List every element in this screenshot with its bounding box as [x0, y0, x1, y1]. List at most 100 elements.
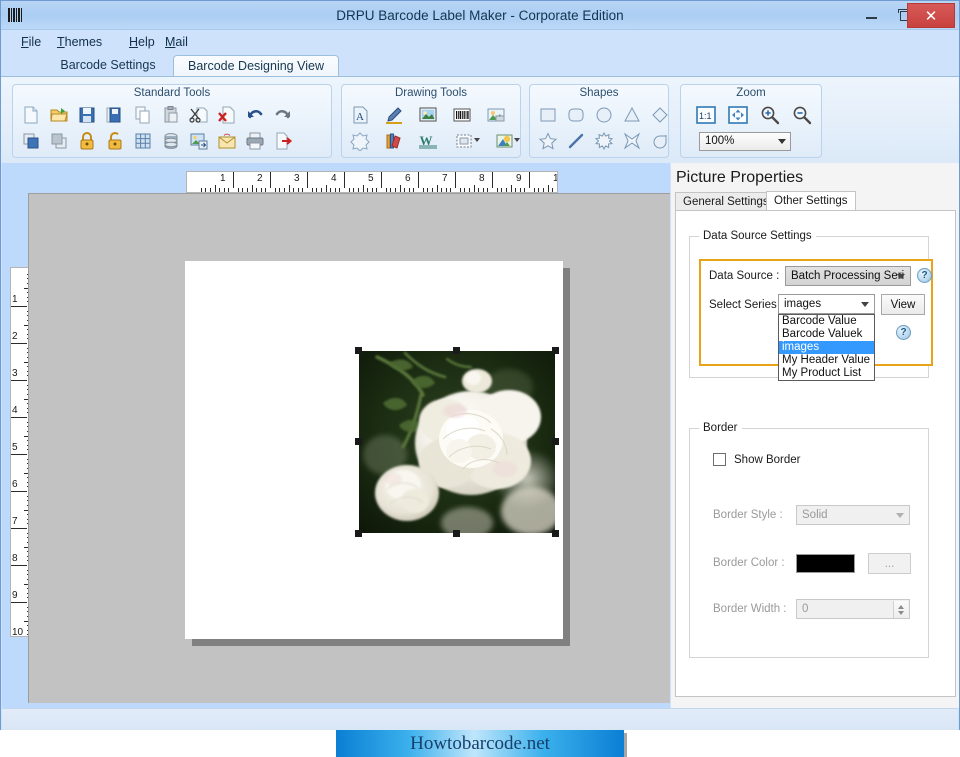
shape-tool-icon[interactable]	[347, 129, 373, 153]
show-border-checkbox[interactable]	[713, 453, 726, 466]
rounded-rect-shape-icon[interactable]	[563, 103, 589, 127]
triangle-shape-icon[interactable]	[619, 103, 645, 127]
frame-icon[interactable]	[449, 129, 481, 153]
show-border-label: Show Border	[734, 454, 801, 466]
chevron-down-icon	[778, 139, 786, 144]
resize-handle-w[interactable]	[355, 438, 362, 445]
undo-icon[interactable]	[242, 103, 268, 127]
signature-tool-icon[interactable]	[381, 103, 407, 127]
redo-icon[interactable]	[270, 103, 296, 127]
data-source-label: Data Source :	[709, 270, 780, 282]
database-icon[interactable]	[158, 129, 184, 153]
print-icon[interactable]	[242, 129, 268, 153]
toolgroup-drawing-tools-label: Drawing Tools	[394, 87, 467, 99]
actual-size-icon[interactable]: 1:1	[693, 103, 719, 127]
new-file-icon[interactable]	[18, 103, 44, 127]
select-series-value: images	[784, 298, 822, 310]
ruler-tick-label: 10	[12, 627, 24, 637]
select-series-dropdown-list[interactable]: Barcode Value Barcode Valuek images My H…	[778, 314, 875, 381]
email-icon[interactable]	[214, 129, 240, 153]
picture-tool-icon[interactable]	[415, 103, 441, 127]
star-shape-icon[interactable]	[535, 129, 561, 153]
resize-handle-n[interactable]	[453, 347, 460, 354]
lock-icon[interactable]	[74, 129, 100, 153]
library-icon[interactable]	[381, 129, 407, 153]
properties-panel-body: Data Source Settings Data Source : Batch…	[675, 210, 956, 697]
select-series-combo[interactable]: images	[778, 294, 875, 314]
border-group-label: Border	[699, 422, 742, 434]
tab-barcode-settings[interactable]: Barcode Settings	[45, 55, 171, 77]
label-page[interactable]	[185, 261, 563, 639]
border-color-picker-button[interactable]: ...	[868, 553, 911, 574]
image-export-icon[interactable]	[186, 129, 212, 153]
bring-to-front-icon[interactable]	[18, 129, 44, 153]
line-shape-icon[interactable]	[563, 129, 589, 153]
diamond-shape-icon[interactable]	[647, 103, 673, 127]
border-style-combo[interactable]: Solid	[796, 505, 910, 525]
square-shape-icon[interactable]	[535, 103, 561, 127]
view-button[interactable]: View	[881, 294, 925, 315]
menu-item-mail[interactable]: Mail	[161, 33, 192, 51]
data-source-combo[interactable]: Batch Processing Seri	[785, 266, 911, 286]
barcode-tool-icon[interactable]	[449, 103, 475, 127]
menu-item-file[interactable]: File	[17, 33, 45, 51]
data-source-help-icon[interactable]: ?	[917, 268, 932, 283]
toolgroup-drawing-tools: Drawing Tools A W	[341, 84, 521, 158]
paste-icon[interactable]	[158, 103, 184, 127]
close-icon[interactable]: ✕	[907, 3, 955, 28]
resize-handle-nw[interactable]	[355, 347, 362, 354]
select-series-help-icon[interactable]: ?	[896, 325, 911, 340]
save-icon[interactable]	[74, 103, 100, 127]
zoom-level-combo[interactable]: 100%	[699, 132, 791, 151]
ruler-tick-label: 9	[516, 173, 522, 184]
fit-to-window-icon[interactable]	[725, 103, 751, 127]
burst-shape-icon[interactable]	[591, 129, 617, 153]
send-to-back-icon[interactable]	[46, 129, 72, 153]
cut-icon[interactable]	[186, 103, 212, 127]
border-width-stepper[interactable]	[893, 601, 908, 618]
four-point-star-icon[interactable]	[619, 129, 645, 153]
pie-shape-icon[interactable]	[647, 129, 673, 153]
grid-icon[interactable]	[130, 129, 156, 153]
resize-handle-s[interactable]	[453, 530, 460, 537]
ruler-tick-label: 8	[479, 173, 485, 184]
text-tool-icon[interactable]: A	[347, 103, 373, 127]
watermark-icon[interactable]	[483, 103, 509, 127]
picture-object[interactable]	[355, 347, 559, 537]
save-as-icon[interactable]	[102, 103, 128, 127]
open-folder-icon[interactable]	[46, 103, 72, 127]
dropdown-option-barcode-value[interactable]: Barcode Value	[779, 315, 874, 328]
rose-picture[interactable]	[359, 351, 555, 533]
border-style-value: Solid	[802, 509, 828, 521]
design-canvas[interactable]	[28, 193, 670, 703]
menu-item-help[interactable]: Help	[125, 33, 159, 51]
ellipse-shape-icon[interactable]	[591, 103, 617, 127]
dropdown-option-barcode-valuek[interactable]: Barcode Valuek	[779, 328, 874, 341]
copy-icon[interactable]	[130, 103, 156, 127]
dropdown-option-my-header-value[interactable]: My Header Value	[779, 354, 874, 367]
tab-barcode-designing-view[interactable]: Barcode Designing View	[173, 55, 339, 77]
minimize-icon[interactable]	[855, 2, 887, 26]
dropdown-option-images[interactable]: images	[779, 341, 874, 354]
border-width-input[interactable]: 0	[796, 599, 910, 619]
ruler-tick-label: 8	[12, 553, 18, 564]
ruler-tick-label: 1	[220, 173, 226, 184]
zoom-in-icon[interactable]	[757, 103, 783, 127]
unlock-icon[interactable]	[102, 129, 128, 153]
resize-handle-ne[interactable]	[552, 347, 559, 354]
dropdown-option-my-product-list[interactable]: My Product List	[779, 367, 874, 380]
menu-item-themes[interactable]: Themes	[53, 33, 106, 51]
resize-handle-sw[interactable]	[355, 530, 362, 537]
tab-other-settings[interactable]: Other Settings	[766, 191, 856, 211]
wordart-icon[interactable]: W	[415, 129, 441, 153]
resize-handle-e[interactable]	[552, 438, 559, 445]
border-color-swatch[interactable]	[796, 554, 855, 573]
clipart-icon[interactable]	[489, 129, 521, 153]
zoom-out-icon[interactable]	[789, 103, 815, 127]
border-width-label: Border Width :	[713, 603, 787, 615]
exit-icon[interactable]	[270, 129, 296, 153]
delete-icon[interactable]	[214, 103, 240, 127]
tab-general-settings[interactable]: General Settings	[675, 192, 777, 211]
resize-handle-se[interactable]	[552, 530, 559, 537]
properties-panel: Picture Properties General Settings Othe…	[671, 163, 959, 708]
